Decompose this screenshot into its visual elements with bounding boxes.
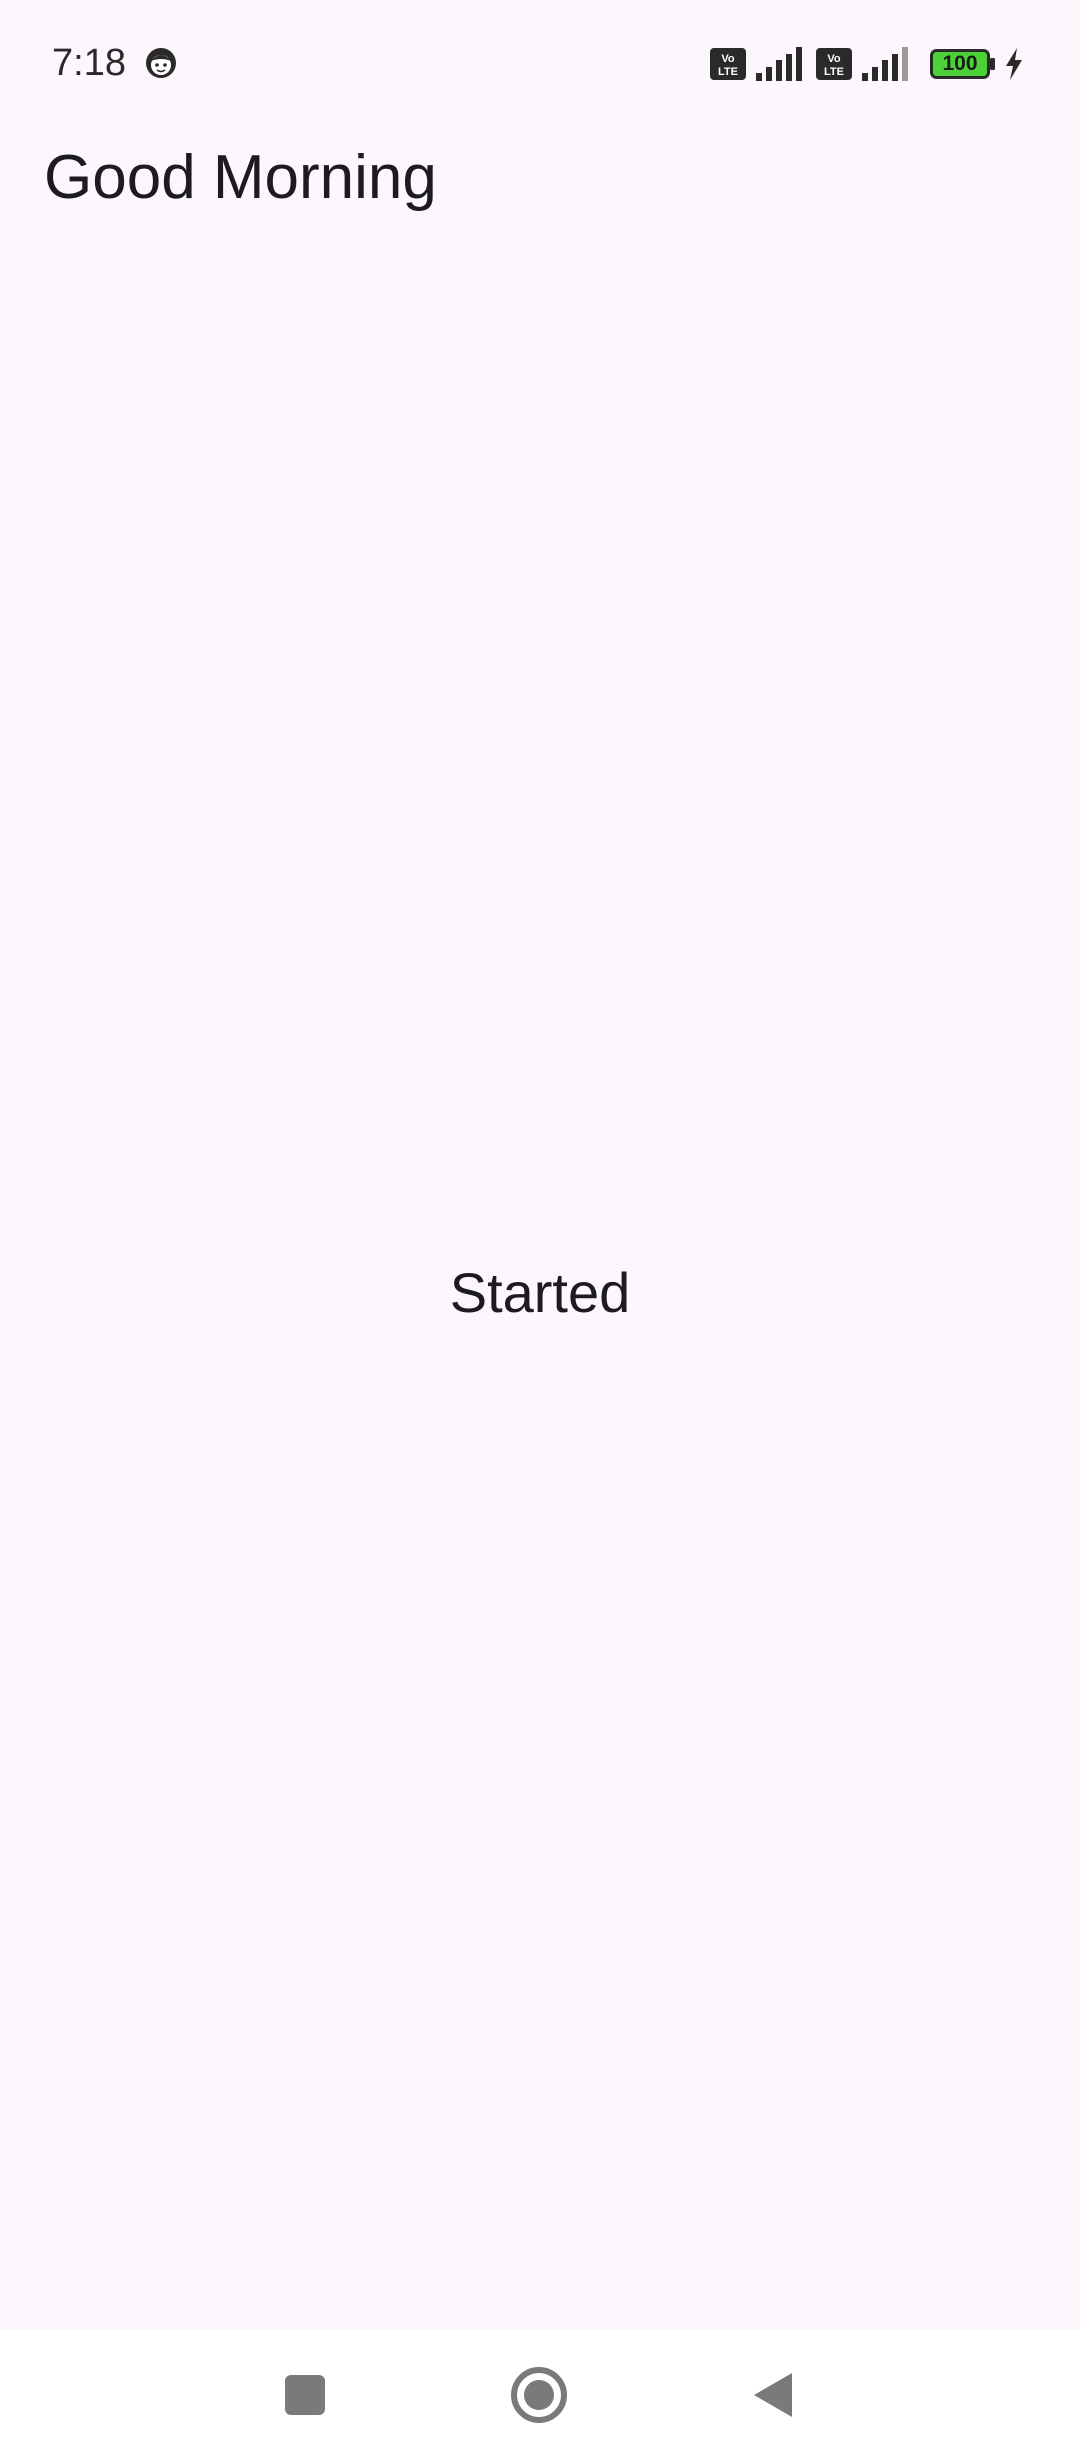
battery-icon: 100	[930, 49, 996, 79]
svg-text:Vo: Vo	[827, 53, 841, 65]
recents-icon	[285, 2375, 325, 2415]
face-icon	[146, 48, 176, 78]
status-time: 7:18	[52, 42, 126, 84]
status-text: Started	[449, 1261, 631, 1324]
navigation-bar	[0, 2330, 1080, 2460]
signal-icon	[756, 47, 802, 81]
volte-icon: Vo LTE	[816, 48, 852, 80]
back-button[interactable]	[738, 2360, 808, 2430]
status-icons: Vo LTE Vo LTE 100	[710, 46, 1024, 82]
recents-button[interactable]	[270, 2360, 340, 2430]
back-icon	[754, 2373, 792, 2417]
home-button[interactable]	[504, 2360, 574, 2430]
svg-text:LTE: LTE	[824, 66, 844, 78]
svg-text:Vo: Vo	[721, 53, 735, 65]
home-icon	[511, 2367, 567, 2423]
screen: 7:18 Vo LTE Vo LTE 100 Good Morning Star…	[0, 0, 1080, 2460]
charging-bolt-icon	[1006, 48, 1022, 80]
battery-level: 100	[942, 52, 978, 75]
page-title: Good Morning	[44, 143, 437, 212]
volte-icon: Vo LTE	[710, 48, 746, 80]
signal-icon	[862, 47, 908, 81]
status-bar: 7:18 Vo LTE Vo LTE 100	[0, 0, 1080, 130]
svg-text:LTE: LTE	[718, 66, 738, 78]
